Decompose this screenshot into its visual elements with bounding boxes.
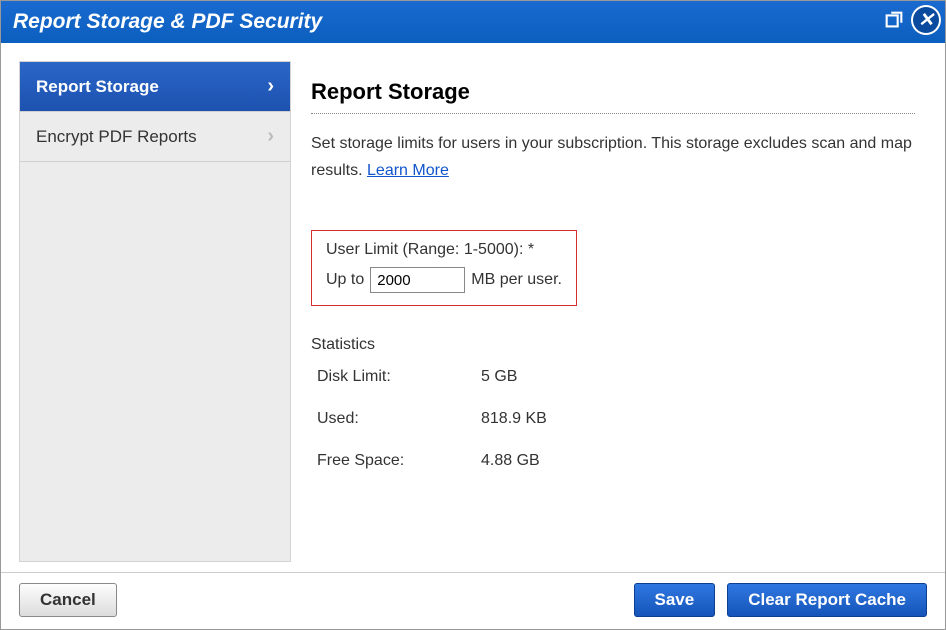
save-button[interactable]: Save bbox=[634, 583, 716, 617]
titlebar-actions: ✕ bbox=[883, 5, 941, 35]
sidebar: Report Storage › Encrypt PDF Reports › bbox=[19, 61, 291, 562]
stat-label: Free Space: bbox=[311, 452, 481, 470]
sidebar-item-label: Report Storage bbox=[36, 77, 159, 97]
upto-suffix: MB per user. bbox=[471, 271, 562, 289]
sidebar-item-report-storage[interactable]: Report Storage › bbox=[20, 62, 290, 112]
sidebar-item-label: Encrypt PDF Reports bbox=[36, 127, 197, 147]
main-panel: Report Storage Set storage limits for us… bbox=[311, 61, 921, 562]
chevron-right-icon: › bbox=[267, 125, 274, 148]
user-limit-input[interactable] bbox=[370, 267, 465, 293]
stat-row: Disk Limit: 5 GB bbox=[311, 368, 915, 386]
section-description: Set storage limits for users in your sub… bbox=[311, 130, 915, 184]
close-icon[interactable]: ✕ bbox=[911, 5, 941, 35]
stats-table: Disk Limit: 5 GB Used: 818.9 KB Free Spa… bbox=[311, 368, 915, 470]
user-limit-box: User Limit (Range: 1-5000): * Up to MB p… bbox=[311, 230, 577, 306]
stat-label: Disk Limit: bbox=[311, 368, 481, 386]
dialog: Report Storage & PDF Security ✕ Report S… bbox=[0, 0, 946, 630]
main-scroll[interactable]: Report Storage Set storage limits for us… bbox=[311, 61, 921, 562]
stat-row: Free Space: 4.88 GB bbox=[311, 452, 915, 470]
stats-heading: Statistics bbox=[311, 336, 915, 354]
dialog-footer: Cancel Save Clear Report Cache bbox=[1, 572, 945, 629]
cancel-button[interactable]: Cancel bbox=[19, 583, 117, 617]
chevron-right-icon: › bbox=[267, 75, 274, 98]
upto-prefix: Up to bbox=[326, 271, 364, 289]
divider bbox=[311, 113, 915, 114]
stat-value: 818.9 KB bbox=[481, 410, 547, 428]
section-heading: Report Storage bbox=[311, 79, 915, 105]
popout-icon[interactable] bbox=[883, 9, 905, 31]
clear-cache-button[interactable]: Clear Report Cache bbox=[727, 583, 927, 617]
user-limit-label: User Limit (Range: 1-5000): * bbox=[326, 241, 562, 259]
stat-row: Used: 818.9 KB bbox=[311, 410, 915, 428]
stat-value: 4.88 GB bbox=[481, 452, 540, 470]
stat-label: Used: bbox=[311, 410, 481, 428]
dialog-body: Report Storage › Encrypt PDF Reports › R… bbox=[1, 43, 945, 572]
sidebar-item-encrypt-pdf[interactable]: Encrypt PDF Reports › bbox=[20, 112, 290, 162]
stat-value: 5 GB bbox=[481, 368, 517, 386]
dialog-title: Report Storage & PDF Security bbox=[13, 10, 322, 34]
titlebar: Report Storage & PDF Security ✕ bbox=[1, 1, 945, 43]
learn-more-link[interactable]: Learn More bbox=[367, 162, 449, 179]
